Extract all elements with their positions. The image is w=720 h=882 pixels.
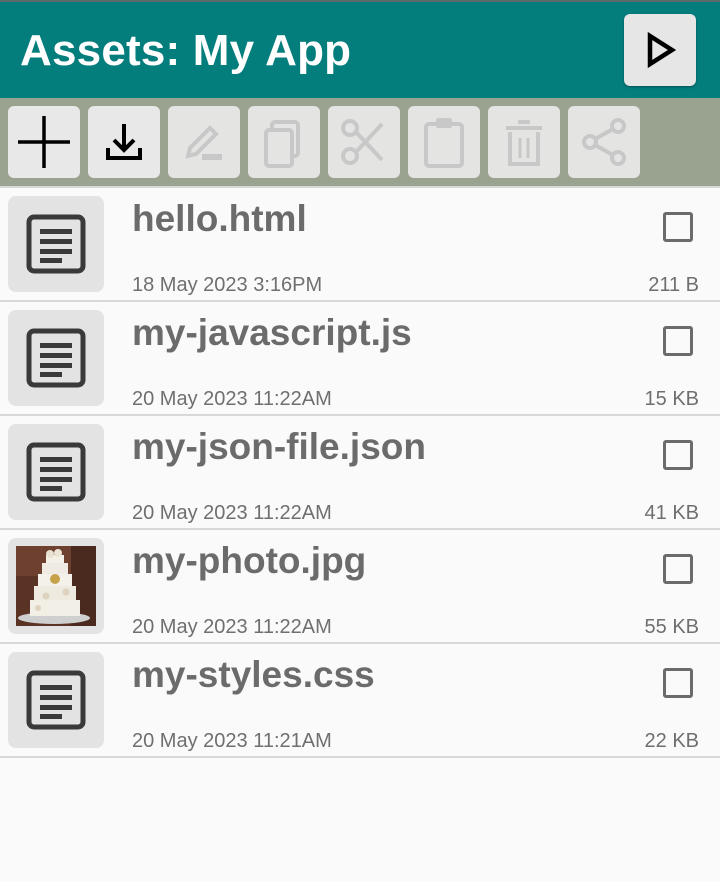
import-download-icon (106, 124, 142, 160)
add-button[interactable] (8, 106, 80, 178)
copy-icon (264, 120, 300, 168)
file-row[interactable]: my-javascript.js 20 May 2023 11:22AM 15 … (0, 300, 720, 414)
paste-button[interactable] (408, 106, 480, 178)
file-name: my-javascript.js (132, 312, 412, 353)
file-date: 20 May 2023 11:21AM (132, 730, 332, 752)
rename-pencil-icon (185, 125, 222, 160)
file-date: 20 May 2023 11:22AM (132, 502, 332, 524)
play-icon (647, 31, 677, 69)
paste-clipboard-icon (424, 118, 464, 168)
app-bar: Assets: My App (0, 2, 720, 98)
file-size: 15 KB (644, 388, 699, 410)
select-checkbox[interactable] (663, 212, 693, 242)
file-row[interactable]: hello.html 18 May 2023 3:16PM 211 B (0, 186, 720, 300)
document-icon (26, 670, 86, 730)
file-size: 55 KB (644, 616, 699, 638)
file-row[interactable]: my-photo.jpg 20 May 2023 11:22AM 55 KB (0, 528, 720, 642)
file-row[interactable]: my-styles.css 20 May 2023 11:21AM 22 KB (0, 642, 720, 758)
cut-button[interactable] (328, 106, 400, 178)
document-icon (26, 214, 86, 274)
select-checkbox[interactable] (663, 668, 693, 698)
file-toolbar (0, 98, 720, 186)
file-size: 41 KB (644, 502, 699, 524)
share-icon (582, 118, 626, 166)
file-size: 211 B (648, 274, 699, 296)
delete-trash-icon (506, 120, 542, 166)
select-checkbox[interactable] (663, 440, 693, 470)
run-button[interactable] (624, 14, 696, 86)
file-name: my-json-file.json (132, 426, 426, 467)
select-checkbox[interactable] (663, 326, 693, 356)
page-title: Assets: My App (20, 26, 352, 75)
file-thumbnail[interactable] (8, 310, 104, 406)
file-thumbnail[interactable] (8, 424, 104, 520)
import-button[interactable] (88, 106, 160, 178)
file-thumbnail[interactable] (8, 196, 104, 292)
document-icon (26, 442, 86, 502)
file-thumbnail[interactable] (8, 652, 104, 748)
file-list: hello.html 18 May 2023 3:16PM 211 B my-j… (0, 186, 720, 758)
file-name: my-styles.css (132, 654, 375, 695)
share-button[interactable] (568, 106, 640, 178)
document-icon (26, 328, 86, 388)
add-icon (18, 116, 70, 168)
file-row[interactable]: my-json-file.json 20 May 2023 11:22AM 41… (0, 414, 720, 528)
file-date: 20 May 2023 11:22AM (132, 616, 332, 638)
file-date: 18 May 2023 3:16PM (132, 274, 323, 296)
delete-button[interactable] (488, 106, 560, 178)
file-name: my-photo.jpg (132, 540, 367, 581)
file-size: 22 KB (644, 730, 699, 752)
photo-thumbnail (16, 546, 96, 626)
file-thumbnail[interactable] (8, 538, 104, 634)
rename-button[interactable] (168, 106, 240, 178)
cut-scissors-icon (341, 119, 384, 165)
file-name: hello.html (132, 198, 307, 239)
file-date: 20 May 2023 11:22AM (132, 388, 332, 410)
select-checkbox[interactable] (663, 554, 693, 584)
copy-button[interactable] (248, 106, 320, 178)
